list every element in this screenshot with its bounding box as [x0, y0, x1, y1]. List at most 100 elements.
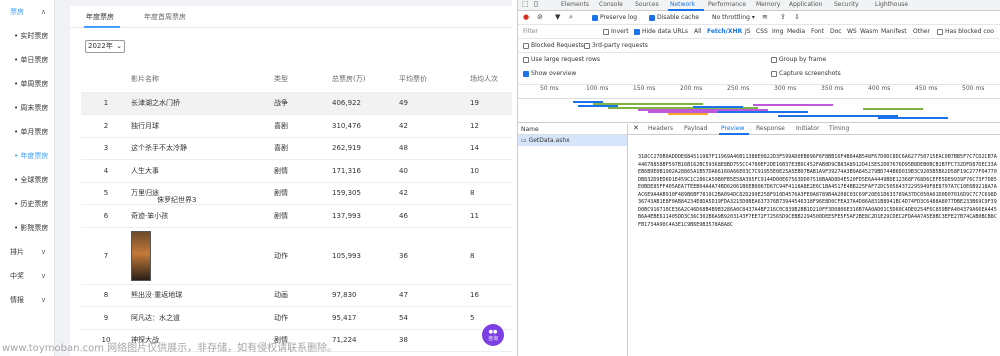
type-css[interactable]: CSS: [756, 28, 768, 35]
upload-icon[interactable]: ⇪: [780, 13, 786, 21]
boxoffice-table: 影片名称 类型 总票房(万) 平均票价 场均人次 1 长津湖之水门桥 战争 406,9…: [81, 66, 512, 352]
type-fetch-xhr[interactable]: Fetch/XHR: [707, 28, 742, 35]
name-column-header[interactable]: Name: [518, 124, 627, 135]
avg-audience: 16: [470, 284, 512, 307]
devtools-panel: ⬚ ▯ Elements Console Sources Network Per…: [517, 0, 1000, 356]
column-header: 平均票价: [399, 66, 470, 93]
tab-sources[interactable]: Sources: [635, 1, 659, 8]
throttling-select[interactable]: No throttling ▾: [712, 14, 755, 21]
tab-payload[interactable]: Payload: [684, 125, 707, 132]
preserve-log-checkbox[interactable]: Preserve log: [592, 14, 637, 21]
sidebar-item-global[interactable]: • 全球票房: [0, 168, 54, 192]
filter-input[interactable]: Filter: [523, 28, 538, 35]
genre: 剧情: [274, 182, 332, 205]
sidebar-group-intel[interactable]: 情报 ∨: [0, 288, 54, 312]
tab-response[interactable]: Response: [756, 125, 785, 132]
large-rows-checkbox[interactable]: Use large request rows: [523, 56, 600, 63]
tab-console[interactable]: Console: [599, 1, 623, 8]
group-by-frame-checkbox[interactable]: Group by frame: [771, 56, 826, 63]
tab-preview[interactable]: Preview: [721, 125, 744, 132]
year-select[interactable]: 2022年 ⌄: [85, 40, 125, 53]
gross: 171,316: [332, 159, 399, 183]
hide-data-urls-checkbox[interactable]: Hide data URLs: [634, 28, 688, 35]
sidebar-item-daily[interactable]: • 单日票房: [0, 48, 54, 72]
download-icon[interactable]: ⇩: [794, 13, 800, 21]
tab-elements[interactable]: Elements: [561, 1, 589, 8]
type-font[interactable]: Font: [811, 28, 824, 35]
tab-yearly-first-week[interactable]: 年度首周票房: [144, 12, 186, 22]
network-toolbar: ● ⊘ ▼ ⌕ Preserve log Disable cache No th…: [518, 11, 1000, 25]
capture-screenshots-checkbox[interactable]: Capture screenshots: [771, 70, 841, 77]
type-doc[interactable]: Doc: [830, 28, 842, 35]
tab-timing[interactable]: Timing: [829, 125, 849, 132]
device-toolbar-icon[interactable]: ▯: [534, 0, 538, 8]
tab-memory[interactable]: Memory: [756, 1, 780, 8]
tab-security[interactable]: Security: [834, 1, 859, 8]
table-row[interactable]: 4 人生大事 剧情 171,316 40 10: [81, 159, 512, 183]
tab-yearly[interactable]: 年度票房: [86, 12, 114, 22]
filter-bar-2: Blocked Requests 3rd-party requests: [518, 39, 1000, 53]
table-row[interactable]: 8 熊出没·重返地球 动画 97,830 47 16: [81, 284, 512, 307]
sidebar-item-cinema[interactable]: • 影院票房: [0, 216, 54, 240]
table-row[interactable]: 2 独行月球 喜剧 310,476 42 12: [81, 114, 512, 138]
invert-checkbox[interactable]: Invert: [603, 28, 629, 35]
chat-consult-button[interactable]: ●● 咨询: [482, 324, 504, 346]
sidebar-item-monthly[interactable]: • 单月票房: [0, 120, 54, 144]
table-row[interactable]: 7 侏罗纪世界3 动作 105,993 36 8: [81, 196, 512, 285]
type-js[interactable]: JS: [745, 28, 751, 35]
blocked-requests-checkbox[interactable]: Blocked Requests: [523, 42, 584, 49]
devtools-tab-bar: ⬚ ▯ Elements Console Sources Network Per…: [518, 0, 1000, 11]
sidebar-item-realtime[interactable]: • 实时票房: [0, 24, 54, 48]
clear-icon[interactable]: ⊘: [537, 13, 543, 21]
type-all[interactable]: All: [694, 28, 701, 35]
close-icon[interactable]: ✕: [633, 124, 639, 132]
checkbox-icon: [523, 56, 529, 63]
disable-cache-checkbox[interactable]: Disable cache: [649, 14, 699, 21]
inspect-icon[interactable]: ⬚: [522, 0, 529, 8]
checkbox-icon: [937, 28, 943, 35]
tab-network[interactable]: Network: [670, 1, 695, 8]
type-manifest[interactable]: Manifest: [881, 28, 907, 35]
search-icon[interactable]: ⌕: [569, 13, 573, 22]
table-row[interactable]: 9 阿凡达：水之道 动作 95,417 54 5: [81, 306, 512, 330]
sidebar-item-weekend[interactable]: • 周末票房: [0, 96, 54, 120]
type-ws[interactable]: WS: [847, 28, 857, 35]
filter-bar: Filter Invert Hide data URLs All Fetch/X…: [518, 25, 1000, 39]
wifi-icon[interactable]: ≋: [762, 13, 768, 21]
timeline-overview[interactable]: [518, 99, 1000, 123]
request-row[interactable]: ▭ GetData.ashx: [518, 135, 627, 146]
blocked-requests-label: Blocked Requests: [531, 42, 584, 49]
column-header: [81, 66, 131, 93]
gross: 137,993: [332, 204, 399, 228]
has-blocked-cookies-checkbox[interactable]: Has blocked coo: [937, 28, 994, 35]
table-row[interactable]: 6 奇迹·笨小孩 剧情 137,993 46 11: [81, 204, 512, 228]
sidebar-item-weekly[interactable]: • 单周票房: [0, 72, 54, 96]
avg-price: 42: [399, 114, 470, 138]
type-wasm[interactable]: Wasm: [860, 28, 878, 35]
type-img[interactable]: Img: [772, 28, 783, 35]
large-rows-label: Use large request rows: [531, 56, 600, 63]
sidebar-group-boxoffice[interactable]: 票房 ∧: [0, 0, 54, 24]
record-icon[interactable]: ●: [523, 13, 529, 21]
table-row[interactable]: 3 这个杀手不太冷静 喜剧 262,919 48 14: [81, 137, 512, 160]
third-party-checkbox[interactable]: 3rd-party requests: [584, 42, 648, 49]
type-media[interactable]: Media: [787, 28, 805, 35]
show-overview-checkbox[interactable]: Show overview: [523, 70, 576, 77]
tab-lighthouse[interactable]: Lighthouse: [875, 1, 908, 8]
type-other[interactable]: Other: [913, 28, 930, 35]
tab-performance[interactable]: Performance: [708, 1, 746, 8]
sidebar-item-yearly[interactable]: • 年度票房: [0, 144, 54, 168]
request-list: Name ▭ GetData.ashx: [518, 124, 628, 356]
rank: 7: [81, 227, 131, 285]
sidebar-group-lottery[interactable]: 中奖 ∨: [0, 264, 54, 288]
table-row[interactable]: 1 长津湖之水门桥 战争 406,922 49 19: [81, 92, 512, 115]
tab-headers[interactable]: Headers: [648, 125, 673, 132]
sidebar-item-history[interactable]: • 历史票房: [0, 192, 54, 216]
tab-application[interactable]: Application: [789, 1, 823, 8]
table-row[interactable]: 5 万里归途 剧情 159,305 42 8: [81, 182, 512, 205]
filter-icon[interactable]: ▼: [555, 13, 560, 21]
sidebar-group-schedule[interactable]: 排片 ∨: [0, 240, 54, 264]
show-overview-label: Show overview: [531, 70, 577, 77]
sidebar: 票房 ∧ • 实时票房 • 单日票房 • 单周票房 • 周末票房 • 单月票房 •…: [0, 0, 55, 356]
tab-initiator[interactable]: Initiator: [796, 125, 819, 132]
